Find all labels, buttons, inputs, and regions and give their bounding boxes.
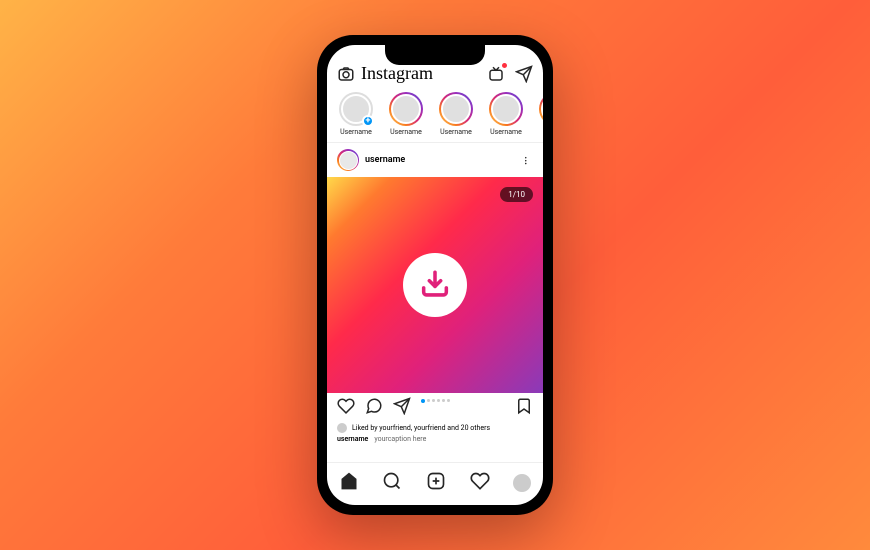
camera-icon[interactable] [337, 65, 355, 83]
story-item[interactable]: Username [485, 92, 527, 136]
like-icon[interactable] [337, 397, 355, 419]
story-ring [539, 92, 543, 126]
post-author-username[interactable]: username [365, 155, 519, 165]
phone-frame: Instagram + Username [317, 35, 553, 515]
story-ring [389, 92, 423, 126]
story-ring [439, 92, 473, 126]
story-ring [489, 92, 523, 126]
stories-tray: + Username Username Username Username Us [327, 88, 543, 143]
bookmark-icon[interactable] [515, 397, 533, 419]
post-header: username … [327, 143, 543, 177]
direct-message-icon[interactable] [511, 65, 533, 83]
share-icon[interactable] [393, 397, 411, 419]
story-item[interactable]: Username [385, 92, 427, 136]
story-label: Username [340, 128, 372, 136]
story-label: Username [390, 128, 422, 136]
story-label: Username [490, 128, 522, 136]
story-label: Username [440, 128, 472, 136]
caption-text: yourcaption here [374, 435, 426, 443]
brand-logo: Instagram [361, 63, 481, 84]
bottom-nav [327, 462, 543, 505]
download-button[interactable] [403, 253, 467, 317]
download-icon [418, 268, 452, 302]
post-image[interactable]: 1/10 [327, 177, 543, 393]
story-item[interactable]: Us [535, 92, 543, 136]
post-author-avatar[interactable] [337, 149, 359, 171]
likes-text: Liked by yourfriend, yourfriend and 20 o… [352, 424, 490, 432]
carousel-counter: 1/10 [500, 187, 533, 202]
nav-profile-icon[interactable] [513, 474, 531, 492]
avatar [337, 423, 347, 433]
avatar [339, 151, 358, 170]
post-actions [327, 395, 543, 423]
phone-notch [385, 45, 485, 65]
avatar [441, 94, 471, 124]
story-item[interactable]: Username [435, 92, 477, 136]
nav-search-icon[interactable] [382, 471, 402, 495]
add-story-icon[interactable]: + [362, 115, 374, 127]
igtv-icon[interactable] [487, 65, 505, 83]
story-ring: + [339, 92, 373, 126]
nav-activity-icon[interactable] [470, 471, 490, 495]
avatar [491, 94, 521, 124]
story-item-own[interactable]: + Username [335, 92, 377, 136]
avatar [541, 94, 543, 124]
notification-dot-icon [502, 63, 507, 68]
caption-username[interactable]: username [337, 435, 368, 443]
comment-icon[interactable] [365, 397, 383, 419]
avatar [391, 94, 421, 124]
screen: Instagram + Username [327, 45, 543, 505]
likes-row[interactable]: Liked by yourfriend, yourfriend and 20 o… [327, 423, 543, 433]
nav-home-icon[interactable] [339, 471, 359, 495]
caption: username yourcaption here [327, 433, 543, 445]
more-options-icon[interactable]: … [525, 152, 533, 168]
nav-add-icon[interactable] [426, 471, 446, 495]
